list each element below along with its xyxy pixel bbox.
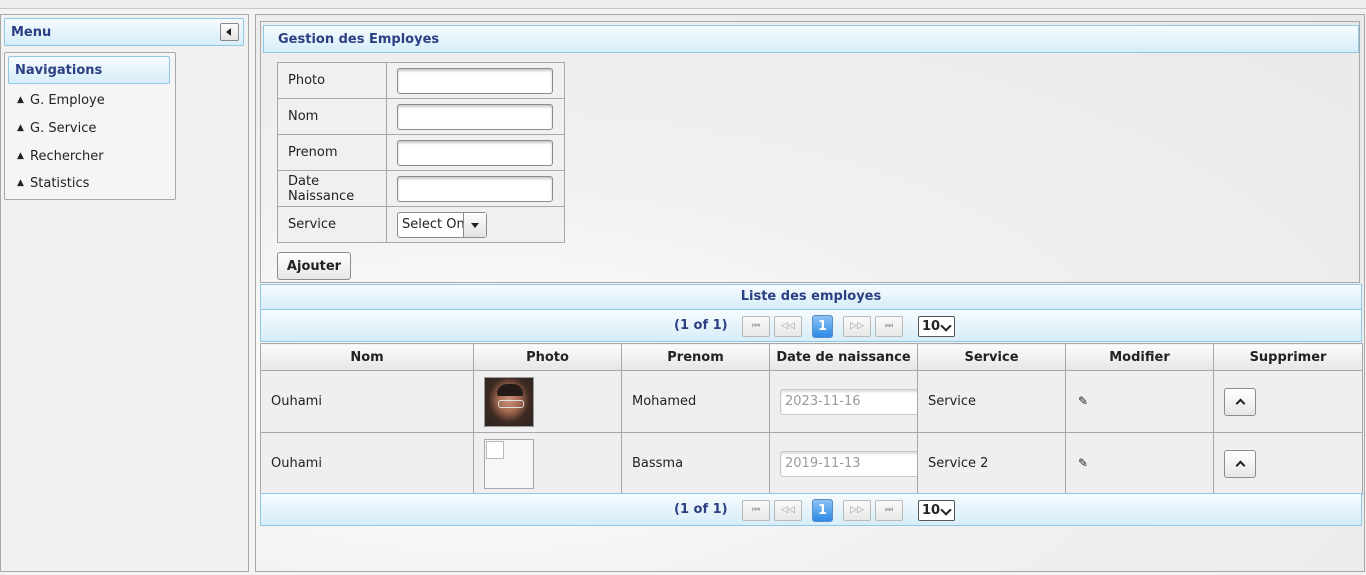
first-page-icon[interactable]: ⏮ [742,316,770,337]
form-title: Gestion des Employes [278,32,440,47]
cell-photo [473,370,622,433]
page-count: (1 of 1) [674,502,728,517]
employee-form: Photo Nom Prenom Date Naissance Service … [277,62,565,243]
collapse-left-icon[interactable] [220,23,239,41]
column-header-nom[interactable]: Nom [260,343,474,371]
nom-label: Nom [277,98,387,135]
date-field[interactable]: 2019-11-13 [780,450,918,477]
pencil-icon[interactable]: ✎ [1078,394,1088,408]
cell-modifier: ✎ [1065,370,1214,433]
cell-date: 2019-11-13 [769,432,918,495]
cell-prenom: Bassma [621,432,770,495]
photo-label: Photo [277,62,387,99]
delete-button[interactable] [1224,387,1256,416]
column-header-supprimer[interactable]: Supprimer [1213,343,1363,371]
table-row: Ouhami Bassma 2019-11-13 Service 2 ✎ [260,432,1363,495]
caret-up-icon: ▲ [17,95,24,105]
employee-photo [484,376,534,427]
menu-panel: Menu Navigations ▲ G. Employe ▲ G. Servi… [0,14,249,572]
nom-input[interactable] [397,103,553,130]
caret-up-icon: ▲ [17,178,24,188]
page-button-1[interactable]: 1 [812,315,833,338]
navigation-section-title: Navigations [15,63,103,78]
datatable-header: Liste des employes [260,284,1362,310]
paginator-top: (1 of 1) ⏮ ◁◁ 1 ▷▷ ⏭ 10 [260,309,1362,342]
employee-datatable: Liste des employes (1 of 1) ⏮ ◁◁ 1 ▷▷ ⏭ … [260,284,1363,526]
datatable-title: Liste des employes [740,289,882,304]
page-count: (1 of 1) [674,318,728,333]
menu-item-label: G. Employe [30,92,105,108]
cell-service: Service [917,370,1066,433]
page-button-1[interactable]: 1 [812,499,833,522]
service-select-value: Select One [402,217,464,232]
rows-per-page-select[interactable]: 10 [918,500,955,521]
menu-header: Menu [4,18,244,46]
column-header-service[interactable]: Service [917,343,1066,371]
cell-supprimer [1213,370,1363,433]
dropdown-arrow-icon[interactable] [463,212,486,237]
cell-prenom: Mohamed [621,370,770,433]
pencil-icon[interactable]: ✎ [1078,456,1088,470]
employee-form-panel: Gestion des Employes Photo Nom Prenom Da… [260,21,1360,283]
last-page-icon[interactable]: ⏭ [875,316,903,337]
navigation-section-header[interactable]: Navigations [8,56,170,84]
next-page-icon[interactable]: ▷▷ [843,316,871,337]
cell-date: 2023-11-16 [769,370,918,433]
prenom-label: Prenom [277,134,387,171]
employee-table: Nom Photo Prenom Date de naissance Servi… [260,343,1363,495]
form-header: Gestion des Employes [263,25,1359,53]
broken-image-icon [484,438,534,489]
cell-photo [473,432,622,495]
prev-page-icon[interactable]: ◁◁ [774,316,802,337]
table-row: Ouhami Mohamed 2023-11-16 Service ✎ [260,370,1363,433]
delete-button[interactable] [1224,449,1256,478]
menu-item-g-employe[interactable]: ▲ G. Employe [17,90,105,110]
cell-service: Service 2 [917,432,1066,495]
column-header-photo[interactable]: Photo [473,343,622,371]
first-page-icon[interactable]: ⏮ [742,500,770,521]
photo-input[interactable] [397,67,553,94]
caret-up-icon: ▲ [17,151,24,161]
cell-supprimer [1213,432,1363,495]
cell-modifier: ✎ [1065,432,1214,495]
next-page-icon[interactable]: ▷▷ [843,500,871,521]
menu-title: Menu [11,25,52,40]
service-select[interactable]: Select One [397,211,487,238]
column-header-modifier[interactable]: Modifier [1065,343,1214,371]
date-naissance-label: Date Naissance [277,170,387,207]
menu-item-label: Rechercher [30,148,104,164]
service-label: Service [277,206,387,243]
menu-item-g-service[interactable]: ▲ G. Service [17,118,96,138]
column-header-prenom[interactable]: Prenom [621,343,770,371]
cell-nom: Ouhami [260,370,474,433]
navigation-menu: Navigations ▲ G. Employe ▲ G. Service ▲ … [4,52,176,200]
date-naissance-input[interactable] [397,175,553,202]
cell-nom: Ouhami [260,432,474,495]
content-panel: Gestion des Employes Photo Nom Prenom Da… [255,14,1365,572]
menu-item-statistics[interactable]: ▲ Statistics [17,173,89,193]
ajouter-button[interactable]: Ajouter [277,252,351,280]
date-field[interactable]: 2023-11-16 [780,388,918,415]
menu-item-rechercher[interactable]: ▲ Rechercher [17,146,104,166]
caret-up-icon: ▲ [17,123,24,133]
paginator-bottom: (1 of 1) ⏮ ◁◁ 1 ▷▷ ⏭ 10 [260,493,1362,526]
prev-page-icon[interactable]: ◁◁ [774,500,802,521]
prenom-input[interactable] [397,139,553,166]
last-page-icon[interactable]: ⏭ [875,500,903,521]
rows-per-page-select[interactable]: 10 [918,316,955,337]
menu-item-label: Statistics [30,175,90,191]
menu-item-label: G. Service [30,120,97,136]
column-header-date[interactable]: Date de naissance [769,343,918,371]
top-strip [0,0,1366,9]
